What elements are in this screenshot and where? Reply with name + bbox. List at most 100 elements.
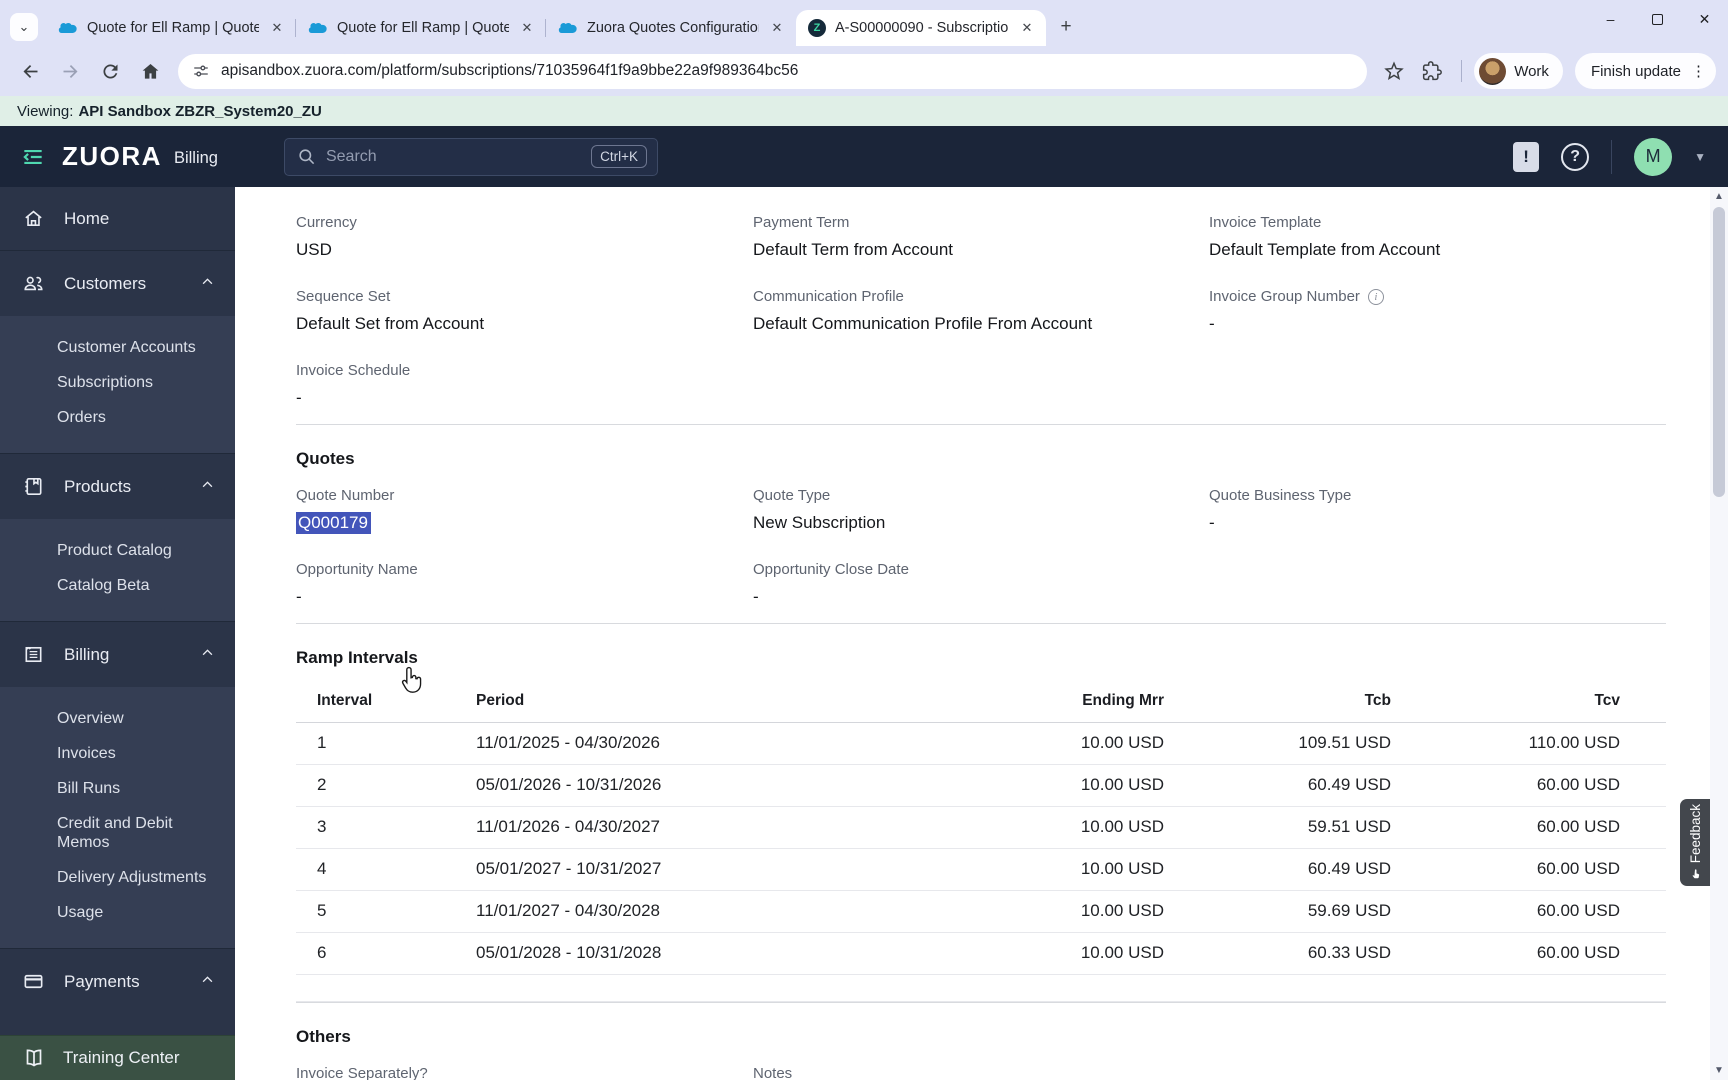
user-menu-chevron-icon[interactable]: ▼ (1694, 150, 1706, 164)
tab-close-icon[interactable]: ✕ (268, 19, 286, 37)
others-heading: Others (296, 1027, 351, 1046)
url-text: apisandbox.zuora.com/platform/subscripti… (221, 62, 799, 79)
scrollbar-down-arrow[interactable]: ▼ (1710, 1065, 1728, 1076)
toolbar-divider (1461, 60, 1463, 82)
payments-icon (24, 974, 43, 989)
extensions-button[interactable] (1415, 54, 1449, 88)
forward-button[interactable] (52, 53, 88, 89)
sidebar-item-credit-debit-memos[interactable]: Credit and Debit Memos (0, 806, 235, 860)
user-avatar[interactable]: M (1634, 137, 1673, 176)
home-nav-icon (142, 63, 158, 79)
sidebar-item-billing[interactable]: Billing (0, 621, 235, 687)
column-header-interval[interactable]: Interval (296, 686, 476, 723)
feedback-tab[interactable]: Feedback (1680, 799, 1711, 886)
finish-update-button[interactable]: Finish update ⋮ (1574, 53, 1716, 89)
sidebar-item-product-catalog[interactable]: Product Catalog (0, 533, 235, 568)
tab-subscription-active[interactable]: Z A-S00000090 - Subscription - Z ✕ (796, 10, 1046, 46)
section-divider (296, 424, 1666, 425)
others-fields: Invoice Separately? Yes Notes - (296, 1065, 1666, 1080)
sidebar-item-customer-accounts[interactable]: Customer Accounts (0, 330, 235, 365)
question-icon: ? (1570, 147, 1580, 165)
refresh-button[interactable] (92, 53, 128, 89)
profile-label: Work (1514, 62, 1549, 80)
help-button[interactable]: ? (1561, 142, 1590, 171)
new-tab-button[interactable]: + (1052, 13, 1080, 41)
zuora-favicon-icon: Z (808, 19, 826, 37)
tab-search-button[interactable]: ⌄ (10, 13, 38, 41)
field-communication-profile: Communication Profile Default Communicat… (753, 288, 1093, 333)
minimize-button[interactable]: – (1587, 0, 1634, 38)
close-button[interactable]: ✕ (1681, 0, 1728, 38)
tab-quote-2[interactable]: Quote for Ell Ramp | Quote | Sa ✕ (295, 10, 546, 46)
subscription-detail-panel: Currency USD Payment Term Default Term f… (235, 187, 1728, 1080)
customers-submenu: Customer Accounts Subscriptions Orders (0, 316, 235, 453)
column-header-tcb[interactable]: Tcb (1164, 686, 1391, 723)
sidebar-item-training-center[interactable]: Training Center (0, 1035, 235, 1080)
tab-close-icon[interactable]: ✕ (1018, 19, 1036, 37)
sidebar-item-label: Payments (64, 971, 140, 991)
menu-collapse-icon (23, 149, 42, 164)
column-header-ending-mrr[interactable]: Ending Mrr (896, 686, 1164, 723)
chevron-up-icon (200, 274, 215, 294)
sidebar-item-label: Training Center (63, 1048, 180, 1067)
page-scrollbar[interactable]: ▲ ▼ (1710, 187, 1728, 1080)
page-scrollbar-thumb[interactable] (1713, 207, 1725, 497)
sidebar-item-products[interactable]: Products (0, 453, 235, 519)
cursor-pointer-icon (401, 666, 422, 693)
tab-quote-1[interactable]: Quote for Ell Ramp | Quote | Sa ✕ (46, 10, 296, 46)
scrollbar-up-arrow[interactable]: ▲ (1710, 191, 1728, 202)
field-invoice-schedule: Invoice Schedule - (296, 362, 411, 407)
search-shortcut-badge: Ctrl+K (591, 145, 647, 168)
quotes-fields: Quote Number Q000179 Quote Type New Subs… (296, 487, 1666, 607)
global-search[interactable]: Ctrl+K (283, 137, 658, 176)
sidebar-item-payments[interactable]: Payments (0, 948, 235, 1014)
finish-update-label: Finish update (1590, 62, 1681, 80)
maximize-button[interactable] (1634, 0, 1681, 38)
info-icon[interactable]: i (1367, 288, 1384, 305)
sidebar-item-delivery-adjustments[interactable]: Delivery Adjustments (0, 860, 235, 895)
search-icon (299, 149, 315, 165)
tap-hand-icon (1692, 869, 1700, 879)
tab-zuora-config[interactable]: Zuora Quotes Configuration Se ✕ (545, 10, 796, 46)
back-icon (23, 64, 37, 78)
sidebar-item-overview[interactable]: Overview (0, 701, 235, 736)
alerts-button[interactable]: ! (1513, 141, 1540, 172)
sidebar-item-subscriptions[interactable]: Subscriptions (0, 365, 235, 400)
column-header-tcv[interactable]: Tcv (1391, 686, 1666, 723)
sidebar-item-invoices[interactable]: Invoices (0, 736, 235, 771)
search-input[interactable] (325, 147, 582, 166)
field-currency: Currency USD (296, 214, 357, 259)
bookmark-button[interactable] (1377, 54, 1411, 88)
sidebar-item-home[interactable]: Home (0, 187, 235, 250)
menu-collapse-button[interactable] (18, 142, 48, 172)
tab-close-icon[interactable]: ✕ (518, 19, 536, 37)
sidebar-item-label: Home (64, 208, 110, 228)
sidebar-item-label: Billing (64, 644, 110, 664)
tab-title: Zuora Quotes Configuration Se (587, 20, 759, 36)
zuora-logo: ZUORA (62, 141, 162, 171)
chevron-up-icon (200, 645, 215, 665)
back-button[interactable] (12, 53, 48, 89)
address-bar[interactable]: apisandbox.zuora.com/platform/subscripti… (178, 53, 1368, 89)
sidebar-item-bill-runs[interactable]: Bill Runs (0, 771, 235, 806)
sidebar-item-customers[interactable]: Customers (0, 250, 235, 316)
home-button[interactable] (132, 53, 168, 89)
window-controls: – ✕ (1587, 0, 1728, 38)
maximize-icon (1652, 13, 1663, 25)
field-payment-term: Payment Term Default Term from Account (753, 214, 953, 259)
tab-title: Quote for Ell Ramp | Quote | Sa (337, 20, 509, 36)
browser-profile-chip[interactable]: Work (1474, 53, 1563, 89)
sidebar-item-catalog-beta[interactable]: Catalog Beta (0, 568, 235, 603)
salesforce-cloud-icon (558, 23, 577, 34)
feedback-label: Feedback (1688, 803, 1703, 864)
section-divider (296, 1002, 1666, 1003)
column-header-period[interactable]: Period (476, 686, 896, 723)
tab-close-icon[interactable]: ✕ (768, 19, 786, 37)
environment-name: API Sandbox ZBZR_System20_ZU (78, 102, 322, 120)
field-invoice-separately: Invoice Separately? Yes (296, 1065, 428, 1080)
sidebar-item-orders[interactable]: Orders (0, 400, 235, 435)
table-row: 4 05/01/2027 - 10/31/2027 10.00 USD 60.4… (296, 848, 1666, 891)
sidebar-item-usage[interactable]: Usage (0, 895, 235, 930)
browser-window: ⌄ Quote for Ell Ramp | Quote | Sa ✕ Quot… (0, 0, 1728, 1080)
field-invoice-group-number: Invoice Group Number i - (1209, 288, 1666, 334)
